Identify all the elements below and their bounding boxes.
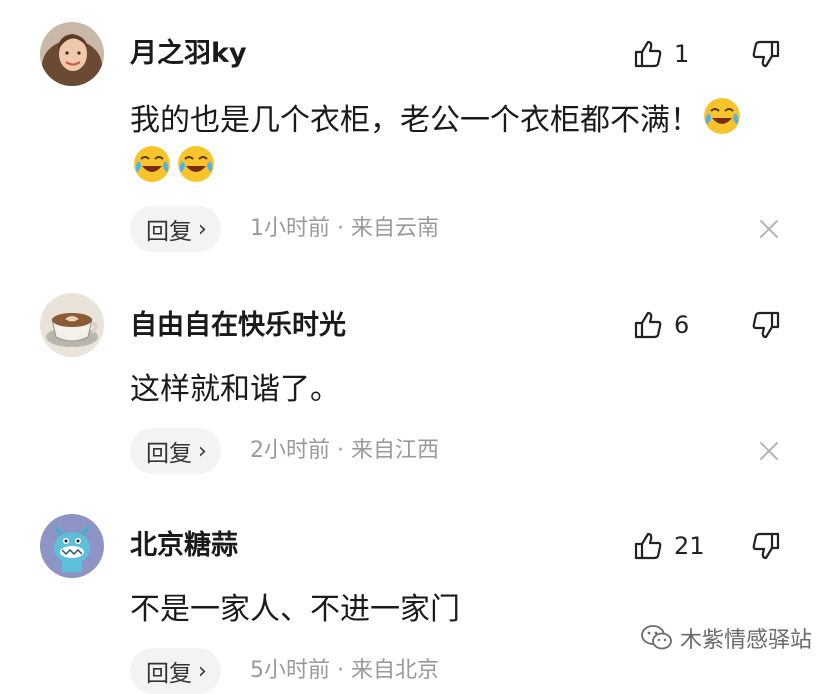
username[interactable]: 自由自在快乐时光	[130, 310, 346, 342]
like-count: 6	[674, 311, 690, 339]
comment-item: 月之羽ky 1 我的也是几个衣柜，老公一个衣柜都不满！ 回复 › 1小时前 · …	[0, 0, 828, 260]
like-button[interactable]: 1	[632, 37, 689, 71]
comment-text: 这样就和谐了。	[130, 372, 340, 407]
username[interactable]: 月之羽ky	[130, 38, 247, 70]
like-button[interactable]: 21	[632, 529, 705, 563]
chevron-right-icon: ›	[198, 658, 207, 684]
thumbs-down-icon	[752, 532, 780, 560]
reply-button[interactable]: 回复 ›	[130, 428, 221, 474]
close-icon[interactable]	[756, 438, 782, 464]
reply-label: 回复	[146, 661, 192, 687]
chevron-right-icon: ›	[198, 216, 207, 242]
thumbs-up-icon	[634, 311, 662, 339]
reply-button[interactable]: 回复 ›	[130, 206, 221, 252]
crying-laughing-emoji-icon	[704, 98, 740, 134]
thumbs-up-icon	[634, 40, 662, 68]
thumbs-down-icon	[752, 311, 780, 339]
comment-meta: 1小时前 · 来自云南	[250, 216, 439, 241]
comment-emoji-line	[130, 144, 810, 193]
reply-label: 回复	[146, 441, 192, 467]
reply-label: 回复	[146, 219, 192, 245]
avatar[interactable]	[40, 22, 104, 86]
thumbs-down-icon	[752, 40, 780, 68]
comment-meta: 2小时前 · 来自江西	[250, 438, 439, 463]
dislike-button[interactable]	[750, 38, 784, 72]
avatar[interactable]	[40, 293, 104, 357]
dislike-button[interactable]	[750, 309, 784, 343]
avatar[interactable]	[40, 514, 104, 578]
like-count: 1	[674, 40, 690, 68]
chevron-right-icon: ›	[198, 438, 207, 464]
comment-text-line: 我的也是几个衣柜，老公一个衣柜都不满！	[130, 103, 700, 138]
crying-laughing-emoji-icon	[134, 146, 170, 182]
reply-button[interactable]: 回复 ›	[130, 648, 221, 694]
dislike-button[interactable]	[750, 530, 784, 564]
wechat-icon	[641, 625, 672, 650]
watermark: 木紫情感驿站	[640, 622, 812, 654]
crying-laughing-emoji-icon	[178, 146, 214, 182]
watermark-text: 木紫情感驿站	[680, 628, 813, 653]
like-count: 21	[674, 532, 705, 560]
comment-meta: 5小时前 · 来自北京	[250, 658, 439, 683]
comment-text: 我的也是几个衣柜，老公一个衣柜都不满！	[130, 96, 810, 145]
thumbs-up-icon	[634, 532, 662, 560]
like-button[interactable]: 6	[632, 308, 689, 342]
username[interactable]: 北京糖蒜	[130, 530, 238, 562]
close-icon[interactable]	[756, 216, 782, 242]
